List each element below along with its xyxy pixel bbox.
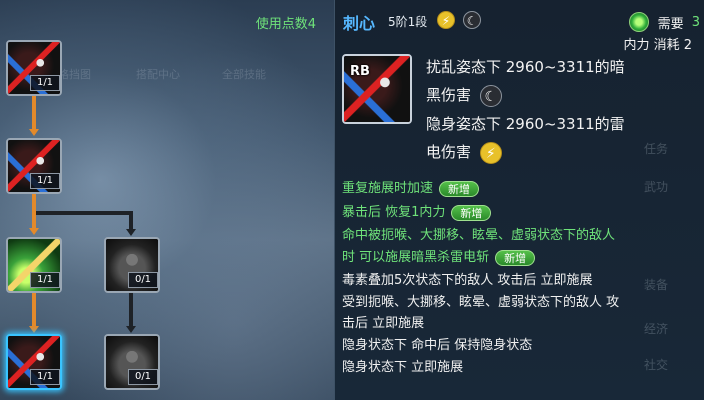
skill-node-selected[interactable]: 1/1 (6, 334, 62, 390)
side-menu-item: 装备 (643, 278, 668, 292)
effect-line: 时 可以施展暗黑杀雷电斩 新增 (342, 246, 536, 266)
link-arrow (29, 129, 39, 136)
lightning-icon: ⚡ (437, 11, 455, 29)
link-line-locked (129, 293, 133, 327)
link-arrow (29, 326, 39, 333)
effect-line: 受到扼喉、大挪移、眩晕、虚弱状态下的敌人 攻 (342, 295, 620, 310)
effect-text: 时 可以施展暗黑杀雷电斩 (342, 250, 490, 265)
link-line-locked (129, 211, 133, 231)
moon-icon: ☾ (463, 11, 482, 29)
side-menu-item: 武功 (643, 180, 668, 194)
inner-power-cost: 内力 消耗 2 (623, 38, 692, 53)
effect-text: 命中被扼喉、大挪移、眩晕、虚弱状态下的敌人 (342, 228, 616, 243)
link-arrow-locked (126, 229, 136, 236)
lightning-icon: ⚡ (479, 141, 502, 164)
side-menu-item: 任务 (643, 142, 668, 156)
skill-node-locked-2[interactable]: 0/1 (104, 334, 160, 390)
damage-line: 电伤害 ⚡ (426, 141, 502, 164)
new-tag: 新增 (451, 204, 492, 221)
effect-line: 隐身状态下 命中后 保持隐身状态 (342, 338, 533, 353)
key-binding-badge: RB (350, 64, 370, 79)
link-arrow-locked (126, 326, 136, 333)
effect-text: 暴击后 恢复1内力 (342, 205, 446, 220)
ghost-tab: 全部技能 (222, 68, 266, 81)
new-tag: 新增 (495, 249, 536, 266)
side-menu-item: 社交 (643, 358, 668, 372)
link-line (32, 293, 36, 327)
skill-level: 1/1 (30, 75, 60, 91)
damage-text: 黑伤害 (426, 86, 472, 104)
requirement-label: 需要 (657, 16, 684, 32)
link-arrow (29, 228, 39, 235)
new-tag: 新增 (439, 180, 480, 197)
skill-title: 刺心 (343, 14, 376, 33)
effect-line: 重复施展时加速 新增 (342, 177, 480, 197)
skill-node-locked-1[interactable]: 0/1 (104, 237, 160, 293)
moon-icon: ☾ (479, 84, 502, 107)
side-menu-item: 经济 (643, 322, 668, 336)
effect-line: 隐身状态下 立即施展 (342, 360, 464, 375)
skill-level: 1/1 (30, 369, 60, 385)
skill-level: 0/1 (128, 272, 158, 288)
points-used-label: 使用点数4 (255, 17, 316, 32)
skill-point-orb-icon (629, 12, 650, 32)
skill-node-ninja-1[interactable]: 1/1 (6, 40, 62, 96)
skill-node-green-blade[interactable]: 1/1 (6, 237, 62, 293)
skill-level: 1/1 (30, 272, 60, 288)
requirement: 需要 3 (629, 12, 700, 32)
ghost-tab: 格挡图 (58, 68, 91, 81)
effect-line: 命中被扼喉、大挪移、眩晕、虚弱状态下的敌人 (342, 224, 615, 243)
damage-line: 黑伤害 ☾ (426, 84, 502, 107)
effect-line: 暴击后 恢复1内力 新增 (342, 201, 492, 221)
effect-line: 击后 立即施展 (342, 316, 425, 331)
skill-level: 1/1 (30, 173, 60, 189)
element-icons: ⚡ ☾ (437, 10, 484, 29)
skill-node-ninja-2[interactable]: 1/1 (6, 138, 62, 194)
damage-line: 扰乱姿态下 2960~3311的暗 (426, 58, 625, 76)
damage-line: 隐身姿态下 2960~3311的雷 (426, 115, 625, 133)
skill-level: 0/1 (128, 369, 158, 385)
requirement-count: 3 (691, 14, 700, 30)
skill-tree-panel: 格挡图 搭配中心 全部技能 使用点数4 1/1 1/1 1/1 0/1 1/1 … (0, 0, 334, 400)
skill-stage: 5阶1段 (388, 15, 428, 29)
skill-detail-panel: 任务 武功 装备 经济 社交 刺心 5阶1段 ⚡ ☾ 需要 3 内力 消耗 2 … (334, 0, 704, 400)
skill-large-icon: RB (342, 54, 412, 124)
ghost-tab: 搭配中心 (136, 68, 180, 81)
link-line (32, 96, 36, 130)
effect-line: 毒素叠加5次状态下的敌人 攻击后 立即施展 (342, 273, 593, 288)
effect-text: 重复施展时加速 (342, 181, 434, 196)
link-line-locked (36, 211, 132, 215)
damage-text: 电伤害 (426, 143, 472, 161)
